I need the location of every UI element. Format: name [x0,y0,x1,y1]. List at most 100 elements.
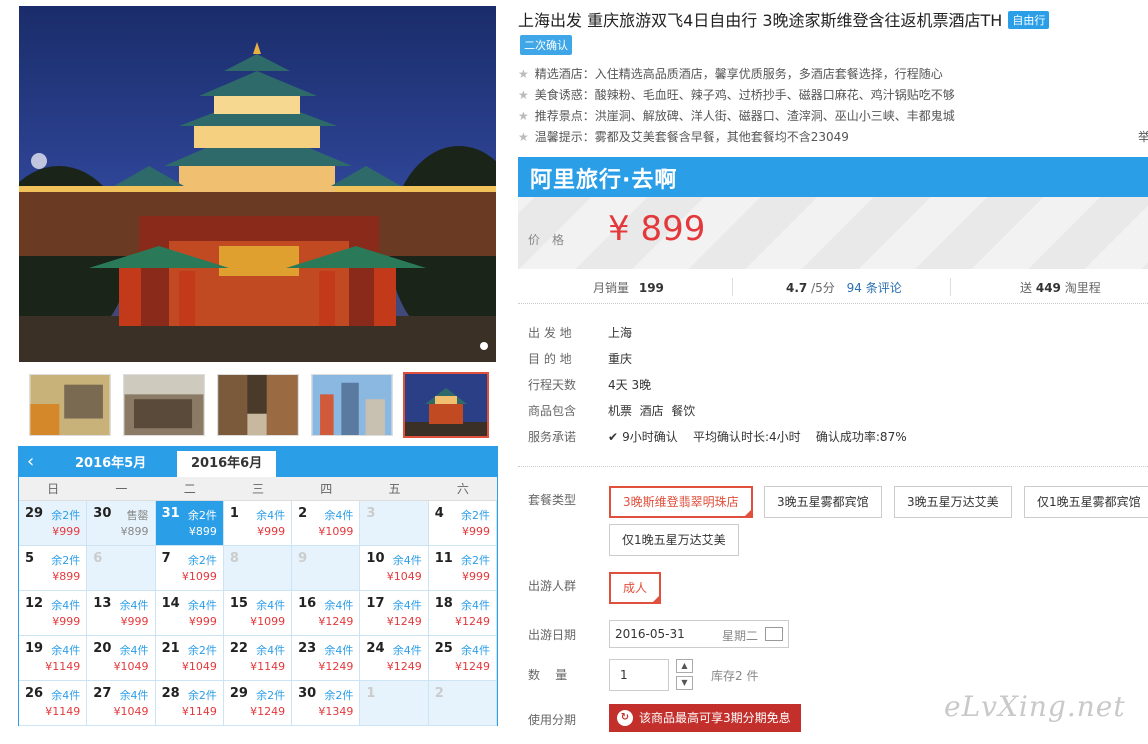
day-stock: 余4件 [460,644,490,657]
calendar-day[interactable]: 30 余2件 ¥1349 [292,681,361,726]
day-stock: 余4件 [256,599,286,612]
watermark: eLvXing.net [944,690,1126,723]
calendar-day[interactable]: 5 余2件 ¥899 [19,546,88,591]
day-stock: 余4件 [256,509,286,522]
day-price: ¥1049 [113,705,149,718]
calendar-day[interactable]: 10 余4件 ¥1049 [360,546,429,591]
day-stock: 余4件 [256,644,286,657]
price-label: 价格 [528,233,577,247]
calendar-day[interactable]: 30 售罄 ¥899 [87,501,156,546]
day-stock: 余4件 [460,599,490,612]
package-option[interactable]: 仅1晚五星万达艾美 [609,524,739,556]
calendar-day-selected[interactable]: 31 余2件 ¥899 [155,501,224,546]
day-number: 1 [366,686,376,701]
day-stock: 余2件 [51,554,81,567]
calendar-day[interactable]: 28 余2件 ¥1149 [155,681,224,726]
calendar-day[interactable]: 15 余4件 ¥1099 [223,591,293,636]
thumbnail-2[interactable] [123,374,205,436]
calendar-day[interactable]: 16 余4件 ¥1249 [292,591,361,636]
calendar-day[interactable]: 27 余4件 ¥1049 [87,681,156,726]
info-value: 上海 [608,326,633,340]
info-row: 行程天数 4天 3晚 [528,372,907,398]
group-label: 出游人群 [528,579,577,593]
info-value: 4天 3晚 [608,378,652,392]
calendar-day[interactable]: 23 余4件 ¥1249 [292,636,361,681]
tab-may[interactable]: 2016年5月 [61,451,160,477]
day-price: ¥1049 [181,660,217,673]
date-picker[interactable]: 2016-05-31 星期二 [609,620,789,648]
calendar-day[interactable]: 25 余4件 ¥1249 [428,636,497,681]
day-number: 5 [25,551,35,566]
calendar-day[interactable]: 29 余2件 ¥999 [19,501,88,546]
calendar-day[interactable]: 12 余4件 ¥999 [19,591,88,636]
feature-text: 精选酒店：入住精选高品质酒店，馨享优质服务，多酒店套餐选择，行程随心 [534,67,943,81]
calendar-icon[interactable] [765,627,783,641]
star-icon: ★ [518,88,529,102]
calendar-day[interactable]: 13 余4件 ¥999 [87,591,156,636]
calendar-day[interactable]: 21 余2件 ¥1049 [155,636,224,681]
feature-item: ★ 温馨提示：雾都及艾美套餐含早餐，其他套餐均不含23049 [518,127,1148,148]
rating-suffix: /5分 [811,281,835,295]
thumbnail-strip [19,370,496,440]
confirm-badge: 二次确认 [520,35,572,55]
day-price: ¥999 [52,525,81,538]
points-prefix: 送 [1020,281,1033,295]
package-option-selected[interactable]: 3晚斯维登翡翠明珠店 [609,486,753,518]
rating-value: 4.7 [786,281,808,295]
points-value: 449 [1035,281,1061,295]
group-option-selected[interactable]: 成人 [609,572,662,604]
feature-item: ★ 精选酒店：入住精选高品质酒店，馨享优质服务，多酒店套餐选择，行程随心 [518,64,1148,85]
installment-text: 该商品最高可享3期分期免息 [639,711,791,725]
info-value: 机票 酒店 餐饮 [608,404,696,418]
reviews-link[interactable]: 94 条评论 [847,281,902,295]
calendar-day[interactable]: 4 余2件 ¥999 [428,501,497,546]
monthly-sales: 月销量 199 [593,279,664,296]
package-option[interactable]: 3晚五星雾都宾馆 [764,486,882,518]
product-title: 上海出发 重庆旅游双飞4日自由行 3晚途家斯维登含往返机票酒店TH 自由行 [518,7,1148,31]
qty-down-icon[interactable]: ▼ [676,676,693,690]
calendar-day[interactable]: 1 余4件 ¥999 [223,501,293,546]
calendar-day: 6 [87,546,156,591]
package-label: 套餐类型 [528,493,577,507]
package-option[interactable]: 3晚五星万达艾美 [894,486,1012,518]
day-stock: 余2件 [187,509,217,522]
calendar-day[interactable]: 7 余2件 ¥1099 [155,546,224,591]
report-link[interactable]: 举 [1138,128,1148,145]
calendar-day[interactable]: 20 余4件 ¥1049 [87,636,156,681]
divider [950,278,951,296]
product-info: 出 发 地 上海 目 的 地 重庆 行程天数 4天 3晚 商品包含 机票 酒店 餐饮 服… [528,320,907,450]
day-number: 3 [366,506,376,521]
calendar-day[interactable]: 18 余4件 ¥1249 [428,591,497,636]
calendar-day[interactable]: 2 余4件 ¥1099 [292,501,361,546]
info-row: 出 发 地 上海 [528,320,907,346]
calendar-day[interactable]: 24 余4件 ¥1249 [360,636,429,681]
thumbnail-5-selected[interactable] [403,372,489,438]
day-number: 4 [434,506,444,521]
info-key: 商品包含 [528,404,577,418]
prev-month-icon[interactable]: ‹ [27,451,47,473]
calendar-day[interactable]: 17 余4件 ¥1249 [360,591,429,636]
thumbnail-3[interactable] [217,374,299,436]
qty-up-icon[interactable]: ▲ [676,659,693,673]
thumbnail-1[interactable] [29,374,111,436]
calendar-day[interactable]: 22 余4件 ¥1149 [223,636,293,681]
day-number: 12 [25,596,44,611]
thumbnail-4[interactable] [311,374,393,436]
calendar-day[interactable]: 29 余2件 ¥1249 [223,681,293,726]
calendar-day[interactable]: 11 余2件 ¥999 [428,546,497,591]
product-main-image [19,6,496,362]
installment-button[interactable]: ↻ 该商品最高可享3期分期免息 [609,704,801,732]
info-value: 重庆 [608,352,633,366]
day-price: ¥1249 [454,615,490,628]
day-price: ¥1149 [45,705,81,718]
package-option[interactable]: 仅1晚五星雾都宾馆 [1024,486,1148,518]
check-circle-icon: ✔ [608,430,619,444]
day-number: 19 [25,641,44,656]
day-price: ¥1249 [386,615,422,628]
quantity-input[interactable]: 1 [609,659,669,691]
weekday-mon: 一 [115,482,128,496]
calendar-day[interactable]: 14 余4件 ¥999 [155,591,224,636]
calendar-day[interactable]: 26 余4件 ¥1149 [19,681,88,726]
calendar-day[interactable]: 19 余4件 ¥1149 [19,636,88,681]
tab-june[interactable]: 2016年6月 [177,451,277,477]
